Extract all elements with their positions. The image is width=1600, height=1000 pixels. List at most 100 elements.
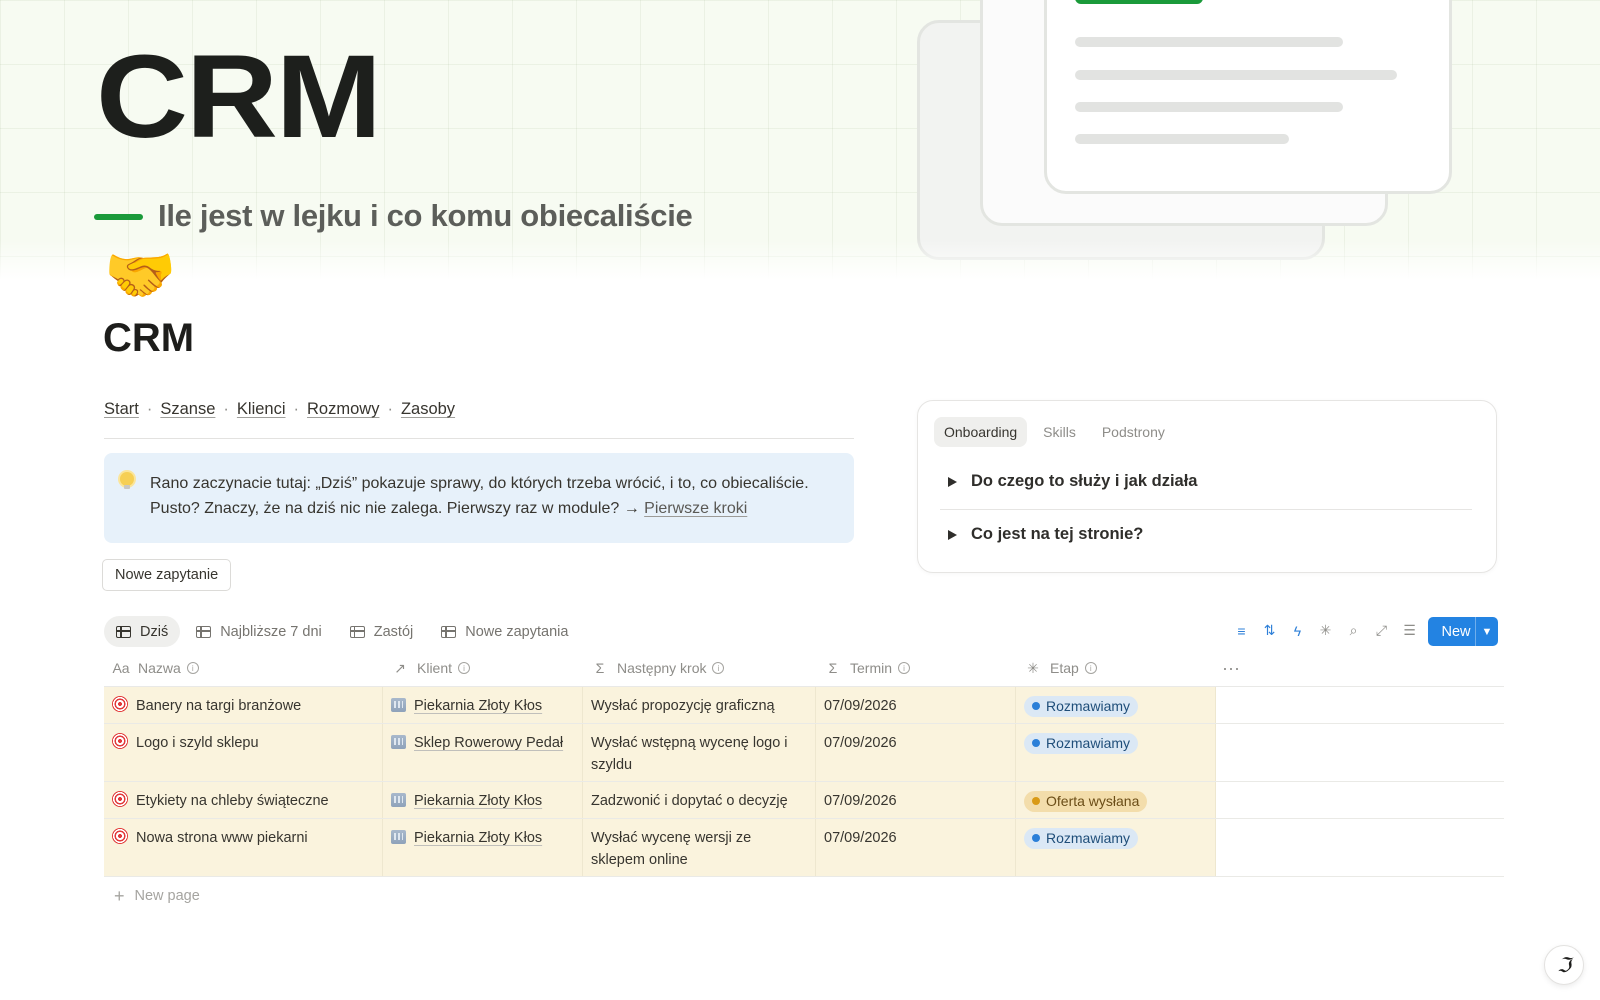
first-steps-link[interactable]: Pierwsze kroki <box>644 500 747 517</box>
cell-termin[interactable]: 07/09/2026 <box>816 782 1016 818</box>
column-label: Następny krok <box>617 660 707 676</box>
cover-card-accent-bar <box>1075 0 1203 4</box>
column-header-nastepny-krok[interactable]: Σ Następny krok i <box>583 650 816 686</box>
cell-etap[interactable]: Rozmawiamy <box>1016 687 1216 723</box>
cell-klient[interactable]: Sklep Rowerowy Pedał <box>383 724 583 781</box>
info-icon[interactable]: i <box>712 662 725 674</box>
cell-nastepny-krok[interactable]: Zadzwonić i dopytać o decyzję <box>583 782 816 818</box>
tab-onboarding[interactable]: Onboarding <box>934 417 1028 447</box>
target-icon <box>112 791 128 807</box>
column-label: Klient <box>417 660 453 676</box>
row-name: Banery na targi branżowe <box>136 698 302 714</box>
cell-nazwa[interactable]: Nowa strona www piekarni <box>104 819 383 876</box>
toggle-how-it-works[interactable]: Do czego to służy i jak działa <box>948 472 1197 491</box>
building-icon <box>391 830 406 844</box>
tab-podstrony[interactable]: Podstrony <box>1092 417 1175 447</box>
nav-link-szanse[interactable]: Szanse <box>160 400 215 418</box>
cell-etap[interactable]: Rozmawiamy <box>1016 724 1216 781</box>
cell-nastepny-krok[interactable]: Wysłać wycenę wersji ze sklepem online <box>583 819 816 876</box>
search-icon[interactable]: ⌕ <box>1344 621 1363 640</box>
cell-nazwa[interactable]: Logo i szyld sklepu <box>104 724 383 781</box>
settings-icon[interactable]: ☰ <box>1400 621 1419 640</box>
cell-etap[interactable]: Rozmawiamy <box>1016 819 1216 876</box>
cell-klient[interactable]: Piekarnia Złoty Kłos <box>383 819 583 876</box>
table-row[interactable]: Banery na targi branżowe Piekarnia Złoty… <box>104 687 1504 724</box>
sort-icon[interactable]: ⇅ <box>1260 621 1279 640</box>
info-icon[interactable]: i <box>186 662 199 674</box>
expand-icon[interactable]: ⤢ <box>1372 621 1391 640</box>
info-icon[interactable]: i <box>898 662 911 674</box>
table-row[interactable]: Nowa strona www piekarni Piekarnia Złoty… <box>104 819 1504 877</box>
tab-skills[interactable]: Skills <box>1033 417 1086 447</box>
row-name: Logo i szyld sklepu <box>136 735 259 751</box>
table-row[interactable]: Etykiety na chleby świąteczne Piekarnia … <box>104 782 1504 819</box>
target-icon <box>112 696 128 712</box>
nav-separator: · <box>293 400 300 418</box>
filter-icon[interactable]: ≡ <box>1232 621 1251 640</box>
cell-empty <box>1216 819 1504 876</box>
building-icon <box>391 735 406 749</box>
chevron-down-icon[interactable]: ▼ <box>1475 617 1498 646</box>
ai-sparkle-icon[interactable]: ✳ <box>1316 621 1335 640</box>
cell-nazwa[interactable]: Banery na targi branżowe <box>104 687 383 723</box>
toggle-label: Co jest na tej stronie? <box>971 525 1144 543</box>
nav-link-zasoby[interactable]: Zasoby <box>401 400 455 418</box>
nav-link-klienci[interactable]: Klienci <box>237 400 286 418</box>
cell-nastepny-krok[interactable]: Wysłać propozycję graficzną <box>583 687 816 723</box>
toggle-whats-on-page[interactable]: Co jest na tej stronie? <box>948 525 1143 544</box>
cell-nazwa[interactable]: Etykiety na chleby świąteczne <box>104 782 383 818</box>
cell-termin[interactable]: 07/09/2026 <box>816 687 1016 723</box>
row-name: Etykiety na chleby świąteczne <box>136 793 329 809</box>
cell-klient[interactable]: Piekarnia Złoty Kłos <box>383 782 583 818</box>
table-row[interactable]: Logo i szyld sklepu Sklep Rowerowy Pedał… <box>104 724 1504 782</box>
cell-empty <box>1216 782 1504 818</box>
cover-card-line <box>1075 70 1397 80</box>
column-header-etap[interactable]: ✳ Etap i <box>1016 650 1216 686</box>
client-link[interactable]: Piekarnia Złoty Kłos <box>414 793 542 809</box>
page-title[interactable]: CRM <box>103 316 194 361</box>
client-link[interactable]: Sklep Rowerowy Pedał <box>414 735 563 751</box>
status-dot <box>1032 834 1040 842</box>
info-icon[interactable]: i <box>458 662 471 674</box>
column-header-termin[interactable]: Σ Termin i <box>816 650 1016 686</box>
cell-nastepny-krok[interactable]: Wysłać wstępną wycenę logo i szyldu <box>583 724 816 781</box>
ai-assistant-icon[interactable]: ℑ <box>1544 945 1584 985</box>
column-header-nazwa[interactable]: Aa Nazwa i <box>104 650 383 686</box>
cell-klient[interactable]: Piekarnia Złoty Kłos <box>383 687 583 723</box>
new-record-button[interactable]: New ▼ <box>1428 617 1498 646</box>
cover-accent-dash <box>94 214 143 220</box>
cell-etap[interactable]: Oferta wysłana <box>1016 782 1216 818</box>
new-page-button[interactable]: + New page <box>104 877 1504 915</box>
column-label: Termin <box>850 660 893 676</box>
view-tab-label: Dziś <box>140 623 169 640</box>
nav-separator: · <box>387 400 393 418</box>
view-tab-najblizsze-7-dni[interactable]: Najbliższe 7 dni <box>184 616 334 647</box>
target-icon <box>112 828 128 844</box>
client-link[interactable]: Piekarnia Złoty Kłos <box>414 830 542 846</box>
new-page-label: New page <box>134 888 200 904</box>
nav-link-start[interactable]: Start <box>104 400 139 418</box>
automation-icon[interactable]: ϟ <box>1288 621 1307 640</box>
view-tab-zastoj[interactable]: Zastój <box>338 616 426 647</box>
view-tab-dzis[interactable]: Dziś <box>104 616 181 647</box>
new-inquiry-button[interactable]: Nowe zapytanie <box>102 559 232 591</box>
nav-link-rozmowy[interactable]: Rozmowy <box>307 400 379 418</box>
callout-line-2-text: Pusto? Znaczy, że na dziś nic nie zalega… <box>150 500 640 517</box>
cell-termin[interactable]: 07/09/2026 <box>816 724 1016 781</box>
database-view-tabs: Dziś Najbliższe 7 dni Zastój Nowe zapyta… <box>104 616 580 647</box>
column-header-klient[interactable]: ↗ Klient i <box>383 650 583 686</box>
page-cover: CRM Ile jest w lejku i co komu obiecaliś… <box>0 0 1600 280</box>
nav-separator: · <box>146 400 153 418</box>
cell-termin[interactable]: 07/09/2026 <box>816 819 1016 876</box>
formula-sigma-icon: Σ <box>595 660 605 676</box>
more-options-icon[interactable]: ··· <box>1216 650 1504 686</box>
building-icon <box>391 793 406 807</box>
status-dot <box>1032 739 1040 747</box>
plus-icon: + <box>114 885 125 906</box>
cover-card-front <box>1044 0 1452 194</box>
handshake-icon[interactable]: 🤝 <box>104 246 176 304</box>
client-link[interactable]: Piekarnia Złoty Kłos <box>414 698 542 714</box>
view-tab-nowe-zapytania[interactable]: Nowe zapytania <box>429 616 580 647</box>
info-icon[interactable]: i <box>1084 662 1097 674</box>
status-badge: Rozmawiamy <box>1024 827 1139 849</box>
